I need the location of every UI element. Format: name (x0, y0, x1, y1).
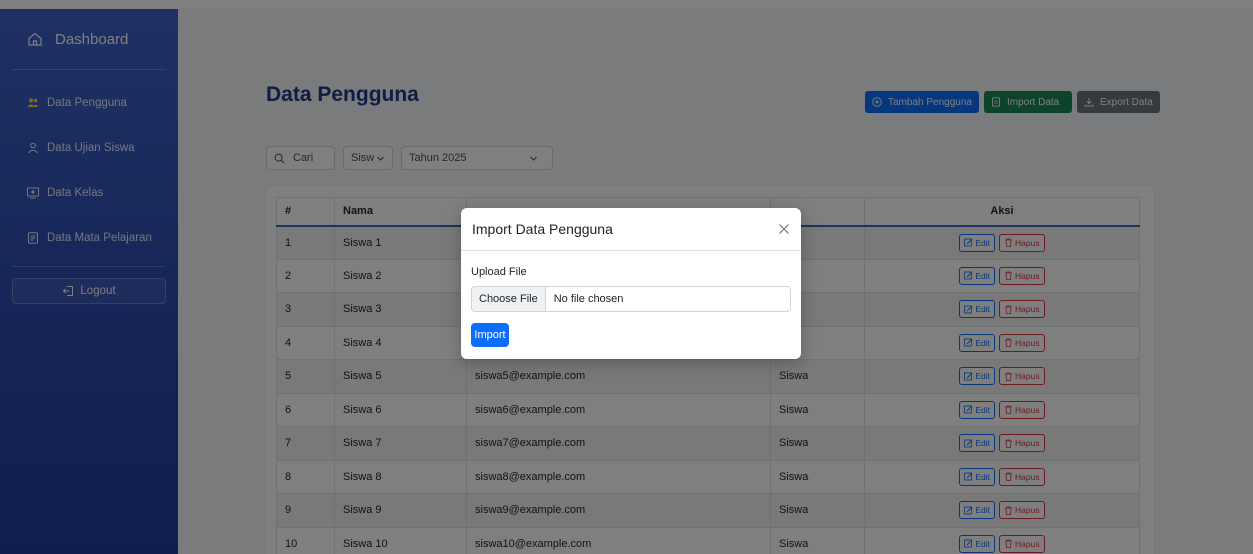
import-modal: Import Data Pengguna Upload File Choose … (461, 208, 801, 359)
choose-file-button[interactable]: Choose File (472, 287, 546, 311)
file-input[interactable]: Choose File No file chosen (471, 286, 791, 312)
close-icon[interactable] (777, 222, 791, 236)
file-name-text: No file chosen (553, 293, 624, 305)
upload-file-label: Upload File (471, 266, 527, 278)
modal-header: Import Data Pengguna (461, 208, 801, 251)
import-button[interactable]: Import (471, 323, 509, 347)
modal-title: Import Data Pengguna (472, 221, 613, 237)
modal-body: Upload File Choose File No file chosen I… (461, 251, 801, 347)
